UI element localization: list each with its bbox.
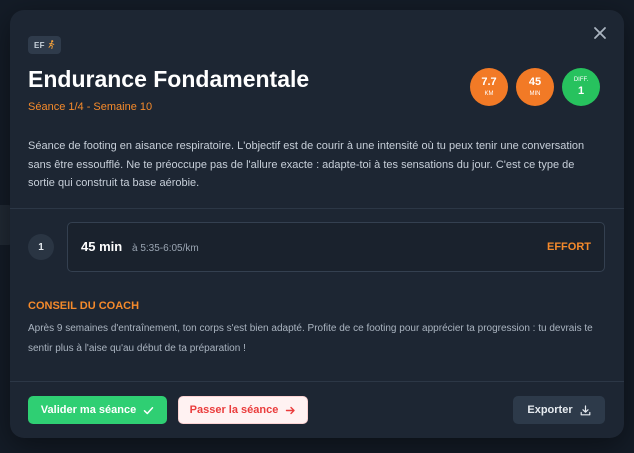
skip-session-button[interactable]: Passer la séance	[178, 396, 308, 424]
distance-unit: KM	[484, 91, 494, 97]
page-title: Endurance Fondamentale	[28, 66, 310, 92]
export-label: Exporter	[527, 404, 573, 416]
download-icon	[580, 404, 591, 416]
session-subtitle: Séance 1/4 - Semaine 10	[28, 101, 153, 113]
duration-unit: MIN	[529, 91, 541, 97]
check-icon	[143, 405, 154, 416]
arrow-right-icon	[285, 405, 296, 416]
session-type-tag: EF	[28, 36, 61, 54]
step-pace: à 5:35-6:05/km	[132, 243, 199, 254]
distance-badge: 7.7 KM	[470, 68, 508, 106]
coach-tip-title: CONSEIL DU COACH	[28, 300, 140, 312]
difficulty-value: 1	[577, 85, 585, 97]
runner-icon	[48, 39, 55, 51]
validate-session-button[interactable]: Valider ma séance	[28, 396, 167, 424]
difficulty-label: DIFF.	[573, 77, 589, 83]
session-type-label: EF	[34, 40, 45, 50]
step-card[interactable]: 45 min à 5:35-6:05/km EFFORT	[67, 222, 605, 272]
difficulty-badge: DIFF. 1	[562, 68, 600, 106]
coach-tip-text: Après 9 semaines d'entraînement, ton cor…	[28, 323, 593, 354]
step-number: 1	[28, 234, 54, 260]
export-button[interactable]: Exporter	[513, 396, 605, 424]
section-divider	[10, 208, 624, 209]
close-icon[interactable]	[591, 24, 609, 42]
footer-divider	[10, 381, 624, 382]
distance-value: 7.7	[481, 76, 497, 88]
duration-badge: 45 MIN	[516, 68, 554, 106]
step-type: EFFORT	[547, 241, 591, 253]
session-modal: EF Endurance Fondamentale Séance 1/4 - S…	[10, 10, 624, 438]
session-description: Séance de footing en aisance respiratoir…	[28, 140, 585, 189]
step-duration: 45 min	[81, 239, 123, 254]
skip-label: Passer la séance	[189, 404, 279, 416]
metric-badges: 7.7 KM 45 MIN DIFF. 1	[470, 68, 600, 106]
validate-label: Valider ma séance	[40, 404, 137, 416]
duration-value: 45	[528, 76, 542, 88]
